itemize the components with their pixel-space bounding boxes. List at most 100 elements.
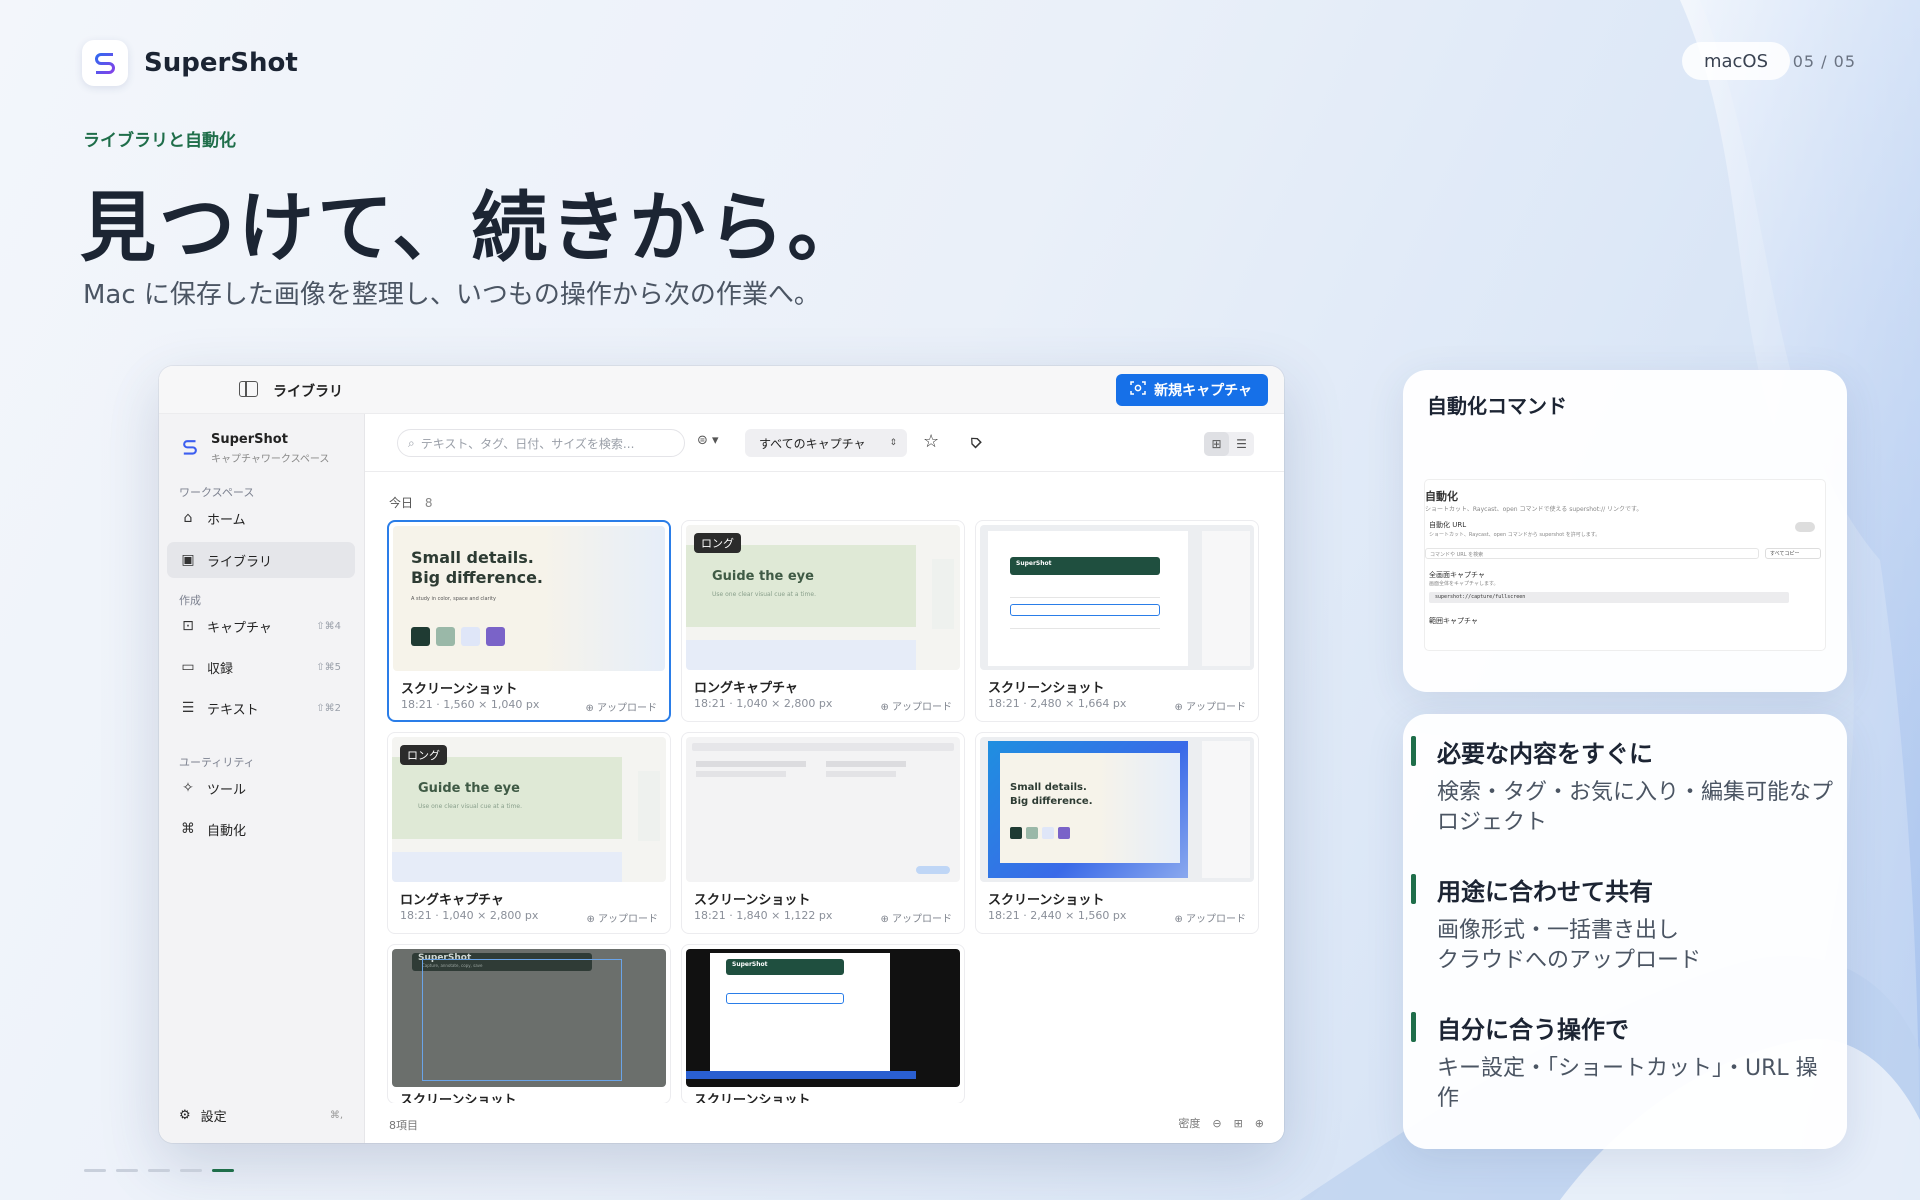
card-meta: 18:21 · 1,040 × 2,800 px xyxy=(400,909,539,922)
slide-dot[interactable] xyxy=(148,1169,170,1172)
sidebar-toggle-icon[interactable] xyxy=(239,381,258,397)
status-bar: 8項目 密度 ⊖ ⊞ ⊕ xyxy=(365,1103,1284,1143)
thumb-panel xyxy=(392,757,622,839)
capture-card[interactable]: SuperShot スクリーンショット xyxy=(681,944,965,1104)
thumb-inspector xyxy=(1202,741,1250,878)
shortcut-key: ⇧⌘2 xyxy=(316,702,341,714)
section-label-workspace: ワークスペース xyxy=(179,486,255,499)
group-header: 今日 8 xyxy=(389,494,432,511)
workspace-switcher[interactable]: SuperShot キャプチャワークスペース xyxy=(179,432,329,465)
capture-card[interactable]: Small details. Big difference. スクリーンショット … xyxy=(975,732,1259,934)
window-title: ライブラリ xyxy=(273,384,343,400)
thumb-inspector xyxy=(1202,531,1250,666)
tag-icon[interactable]: ⌂ xyxy=(963,430,986,453)
workspace-name: SuperShot xyxy=(211,432,288,447)
card-meta: 18:21 · 1,840 × 1,122 px xyxy=(694,909,833,922)
platform-badge: macOS xyxy=(1681,42,1790,80)
card-title: スクリーンショット xyxy=(694,893,811,908)
capture-card[interactable]: SuperShot Capture, annotate, copy, save … xyxy=(387,944,671,1104)
thumb-line xyxy=(696,771,786,777)
workspace-subtitle: キャプチャワークスペース xyxy=(211,454,330,465)
slide-dot[interactable] xyxy=(116,1169,138,1172)
grid-view-icon[interactable]: ⊞ xyxy=(1204,432,1229,456)
list-view-icon[interactable]: ☰ xyxy=(1229,432,1254,456)
sidebar-item-text[interactable]: ☰ テキスト ⇧⌘2 xyxy=(167,690,355,726)
brand: SuperShot xyxy=(82,40,298,86)
capture-card[interactable]: Guide the eye Use one clear visual cue a… xyxy=(387,732,671,934)
card-thumbnail: SuperShot xyxy=(980,525,1254,670)
capture-card[interactable]: Guide the eye Use one clear visual cue a… xyxy=(681,520,965,722)
command-icon: ⌘ xyxy=(181,821,195,837)
thumb-heading: Small details. Big difference. xyxy=(1010,782,1093,807)
new-capture-button[interactable]: 新規キャプチャ xyxy=(1116,374,1268,406)
shot-copy-all: すべてコピー xyxy=(1765,548,1821,559)
thumb-caption: A study in color, space and clarity xyxy=(411,596,496,602)
slide-dot[interactable] xyxy=(84,1169,106,1172)
thumb-selection xyxy=(422,959,622,1081)
feature-accent-bar xyxy=(1411,1012,1416,1042)
workspace-logo-icon xyxy=(183,440,197,455)
upload-button[interactable]: ⊕ アップロード xyxy=(880,910,952,925)
sidebar-item-home[interactable]: ⌂ ホーム xyxy=(167,500,355,536)
thumb-heading: Guide the eye xyxy=(418,781,520,796)
upload-button[interactable]: ⊕ アップロード xyxy=(586,910,658,925)
feature-desc: 検索・タグ・お気に入り・編集可能なプロジェクト xyxy=(1437,780,1834,835)
feature-desc: キー設定・「ショートカット」・URL 操作 xyxy=(1437,1056,1818,1111)
settings-label: 設定 xyxy=(200,1110,227,1125)
sidebar-item-record[interactable]: ▭ 収録 ⇧⌘5 xyxy=(167,649,355,685)
star-icon[interactable]: ☆ xyxy=(923,431,939,452)
upload-button[interactable]: ⊕ アップロード xyxy=(1174,910,1246,925)
thumb-highlight xyxy=(726,993,844,1004)
page-indicator: 05 / 05 xyxy=(1792,52,1856,71)
thumb-line xyxy=(826,761,906,767)
capture-card[interactable]: Small details. Big difference. A study in… xyxy=(387,520,671,722)
shot-text: ショートカット、Raycast、open コマンドで使える supershot:… xyxy=(1425,506,1643,513)
zoom-out-icon[interactable]: ⊖ xyxy=(1212,1117,1221,1130)
gear-icon: ⚙ xyxy=(179,1108,191,1123)
sidebar-item-capture[interactable]: ⊡ キャプチャ ⇧⌘4 xyxy=(167,608,355,644)
zoom-in-icon[interactable]: ⊕ xyxy=(1255,1117,1264,1130)
sidebar-item-automation[interactable]: ⌘ 自動化 xyxy=(167,811,355,847)
color-swatches xyxy=(1010,827,1070,839)
capture-filter-select[interactable]: すべてのキャプチャ ⇕ xyxy=(745,429,907,457)
shot-toggle xyxy=(1795,522,1815,532)
card-thumbnail: Small details. Big difference. A study in… xyxy=(393,526,665,671)
card-title: スクリーンショット xyxy=(401,682,518,697)
thumb-heading: SuperShot xyxy=(1016,560,1052,567)
card-meta: 18:21 · 2,480 × 1,664 px xyxy=(988,697,1127,710)
item-count: 8項目 xyxy=(389,1119,418,1132)
text-scan-icon: ☰ xyxy=(181,700,195,716)
card-meta: 18:21 · 2,440 × 1,560 px xyxy=(988,909,1127,922)
supershot-logo-icon xyxy=(82,40,128,86)
feature-accent-bar xyxy=(1411,874,1416,904)
search-input[interactable]: ⌕ テキスト、タグ、日付、サイズを検索... xyxy=(397,429,685,457)
shot-heading: 自動化 xyxy=(1425,490,1458,503)
thumb-caption: Use one clear visual cue at a time. xyxy=(418,803,522,810)
slide-dot[interactable] xyxy=(180,1169,202,1172)
grid-density-icon[interactable]: ⊞ xyxy=(1234,1117,1243,1130)
upload-button[interactable]: ⊕ アップロード xyxy=(1174,698,1246,713)
filter-menu-button[interactable]: ⊜ ▾ xyxy=(697,433,719,448)
capture-card[interactable]: SuperShot スクリーンショット 18:21 · 2,480 × 1,66… xyxy=(975,520,1259,722)
capture-card[interactable]: スクリーンショット 18:21 · 1,840 × 1,122 px ⊕ アップ… xyxy=(681,732,965,934)
sidebar-item-label: 収録 xyxy=(207,661,234,677)
card-thumbnail: SuperShot Capture, annotate, copy, save xyxy=(392,949,666,1087)
sidebar-item-tools[interactable]: ✧ ツール xyxy=(167,770,355,806)
feature-title: 用途に合わせて共有 xyxy=(1437,878,1653,906)
feature-title: 自分に合う操作で xyxy=(1437,1016,1629,1044)
upload-button[interactable]: ⊕ アップロード xyxy=(585,699,657,714)
automation-screenshot: 自動化 ショートカット、Raycast、open コマンドで使える supers… xyxy=(1425,480,1825,650)
card-meta: 18:21 · 1,040 × 2,800 px xyxy=(694,697,833,710)
section-label-utility: ユーティリティ xyxy=(179,756,255,769)
slide-dot-active[interactable] xyxy=(212,1169,234,1172)
video-icon: ▭ xyxy=(181,659,195,675)
card-title: ロングキャプチャ xyxy=(694,681,798,696)
automation-panel: 自動化コマンド 自動化 ショートカット、Raycast、open コマンドで使え… xyxy=(1403,370,1847,692)
card-thumbnail: Guide the eye Use one clear visual cue a… xyxy=(392,737,666,882)
filter-icon: ⊜ ▾ xyxy=(697,433,719,448)
thumb-caption: Use one clear visual cue at a time. xyxy=(712,591,816,598)
automation-title: 自動化コマンド xyxy=(1427,394,1567,418)
upload-button[interactable]: ⊕ アップロード xyxy=(880,698,952,713)
settings-button[interactable]: ⚙ 設定 ⌘, xyxy=(179,1106,343,1125)
sidebar-item-library[interactable]: ▣ ライブラリ xyxy=(167,542,355,578)
